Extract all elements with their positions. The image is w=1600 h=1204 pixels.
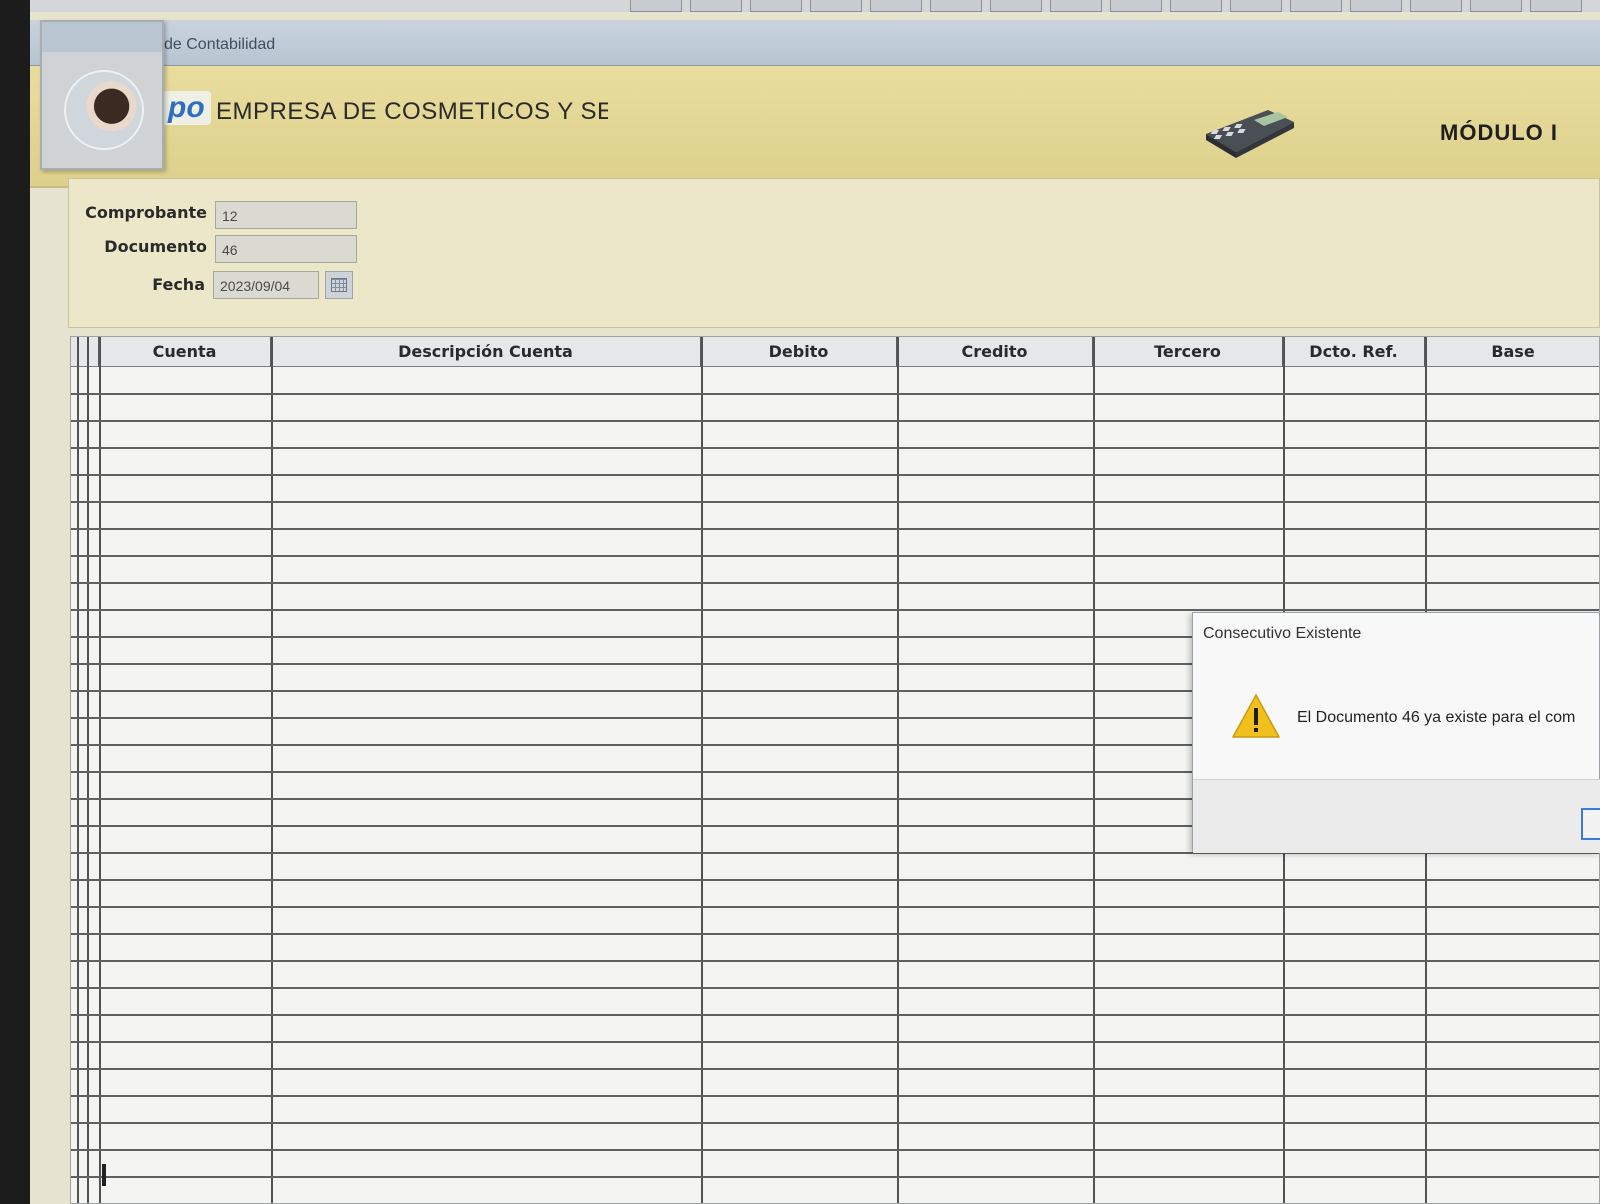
grid-row-divider (71, 1149, 1599, 1151)
grid-row-divider (71, 1068, 1599, 1070)
grid-row-divider (71, 609, 1599, 611)
grid-row-divider (71, 960, 1599, 962)
toolbar-button[interactable] (750, 0, 802, 12)
dialog-title: Consecutivo Existente (1203, 625, 1362, 642)
toolbar-button[interactable] (1470, 0, 1522, 12)
grid-row-divider (71, 528, 1599, 530)
toolbar-button[interactable] (810, 0, 862, 12)
dialog-footer (1193, 779, 1600, 853)
column-header-debito[interactable]: Debito (701, 337, 897, 367)
column-header-descripcion[interactable]: Descripción Cuenta (271, 337, 701, 367)
accounting-window: de Contabilidad po EMPRESA DE COSMETICOS… (30, 12, 1600, 1204)
toolbar-button[interactable] (1050, 0, 1102, 12)
grid-row-divider (71, 933, 1599, 935)
toolbar-button[interactable] (1290, 0, 1342, 12)
warning-icon (1231, 693, 1281, 738)
toolbar-button[interactable] (1410, 0, 1462, 12)
column-header-base[interactable]: Base (1425, 337, 1599, 367)
grid-row-divider (71, 420, 1599, 422)
avatar (64, 70, 144, 150)
window-title: de Contabilidad (164, 36, 276, 53)
column-header-credito[interactable]: Credito (897, 337, 1093, 367)
column-header-dcto-ref[interactable]: Dcto. Ref. (1283, 337, 1425, 367)
grid-row-divider (71, 1041, 1599, 1043)
toolbar-button[interactable] (690, 0, 742, 12)
window-titlebar[interactable]: de Contabilidad (30, 20, 1600, 66)
toolbar-button[interactable] (870, 0, 922, 12)
grid-row-divider (71, 1122, 1599, 1124)
module-title: MÓDULO I (1440, 120, 1558, 145)
dialog-message: El Documento 46 ya existe para el com (1297, 709, 1576, 726)
grid-row-divider (71, 879, 1599, 881)
fecha-label: Fecha (152, 275, 205, 294)
toolbar-button[interactable] (1110, 0, 1162, 12)
toolbar-button[interactable] (990, 0, 1042, 12)
grid-row-divider (71, 906, 1599, 908)
grid-row-divider (71, 1014, 1599, 1016)
toolbar-button[interactable] (1530, 0, 1582, 12)
grid-row-divider (71, 1095, 1599, 1097)
calculator-icon (1206, 110, 1294, 158)
grid-row-divider (71, 987, 1599, 989)
user-panel (40, 20, 164, 170)
company-header: po EMPRESA DE COSMETICOS Y SEI MÓDULO I (30, 66, 1600, 188)
grid-row-divider (71, 1176, 1599, 1178)
toolbar-button[interactable] (1230, 0, 1282, 12)
calendar-button[interactable] (325, 271, 353, 299)
row-header-corner (71, 337, 99, 367)
column-header-cuenta[interactable]: Cuenta (99, 337, 271, 367)
company-logo: po (162, 91, 211, 125)
company-name: EMPRESA DE COSMETICOS Y SEI (216, 98, 608, 125)
grid-row-divider (71, 582, 1599, 584)
documento-field[interactable]: 46 (215, 235, 357, 263)
comprobante-field[interactable]: 12 (215, 201, 357, 229)
toolbar-button[interactable] (630, 0, 682, 12)
voucher-form: Comprobante 12 Documento 46 Fecha 2023/0… (68, 178, 1600, 328)
toolbar-button[interactable] (930, 0, 982, 12)
toolbar-button[interactable] (1350, 0, 1402, 12)
comprobante-label: Comprobante (85, 203, 207, 222)
calendar-icon (331, 278, 347, 292)
ok-button[interactable] (1581, 808, 1600, 840)
grid-row-divider (71, 393, 1599, 395)
grid-row-divider (71, 555, 1599, 557)
grid-row-divider (71, 474, 1599, 476)
toolbar-button[interactable] (1170, 0, 1222, 12)
column-header-tercero[interactable]: Tercero (1093, 337, 1283, 367)
documento-label: Documento (104, 237, 207, 256)
grid-row-divider (71, 501, 1599, 503)
grid-row-divider (71, 447, 1599, 449)
fecha-field[interactable]: 2023/09/04 (213, 271, 319, 299)
scrollbar-handle[interactable] (102, 1164, 106, 1186)
consecutive-exists-dialog: Consecutivo Existente El Documento 46 ya… (1192, 612, 1600, 853)
